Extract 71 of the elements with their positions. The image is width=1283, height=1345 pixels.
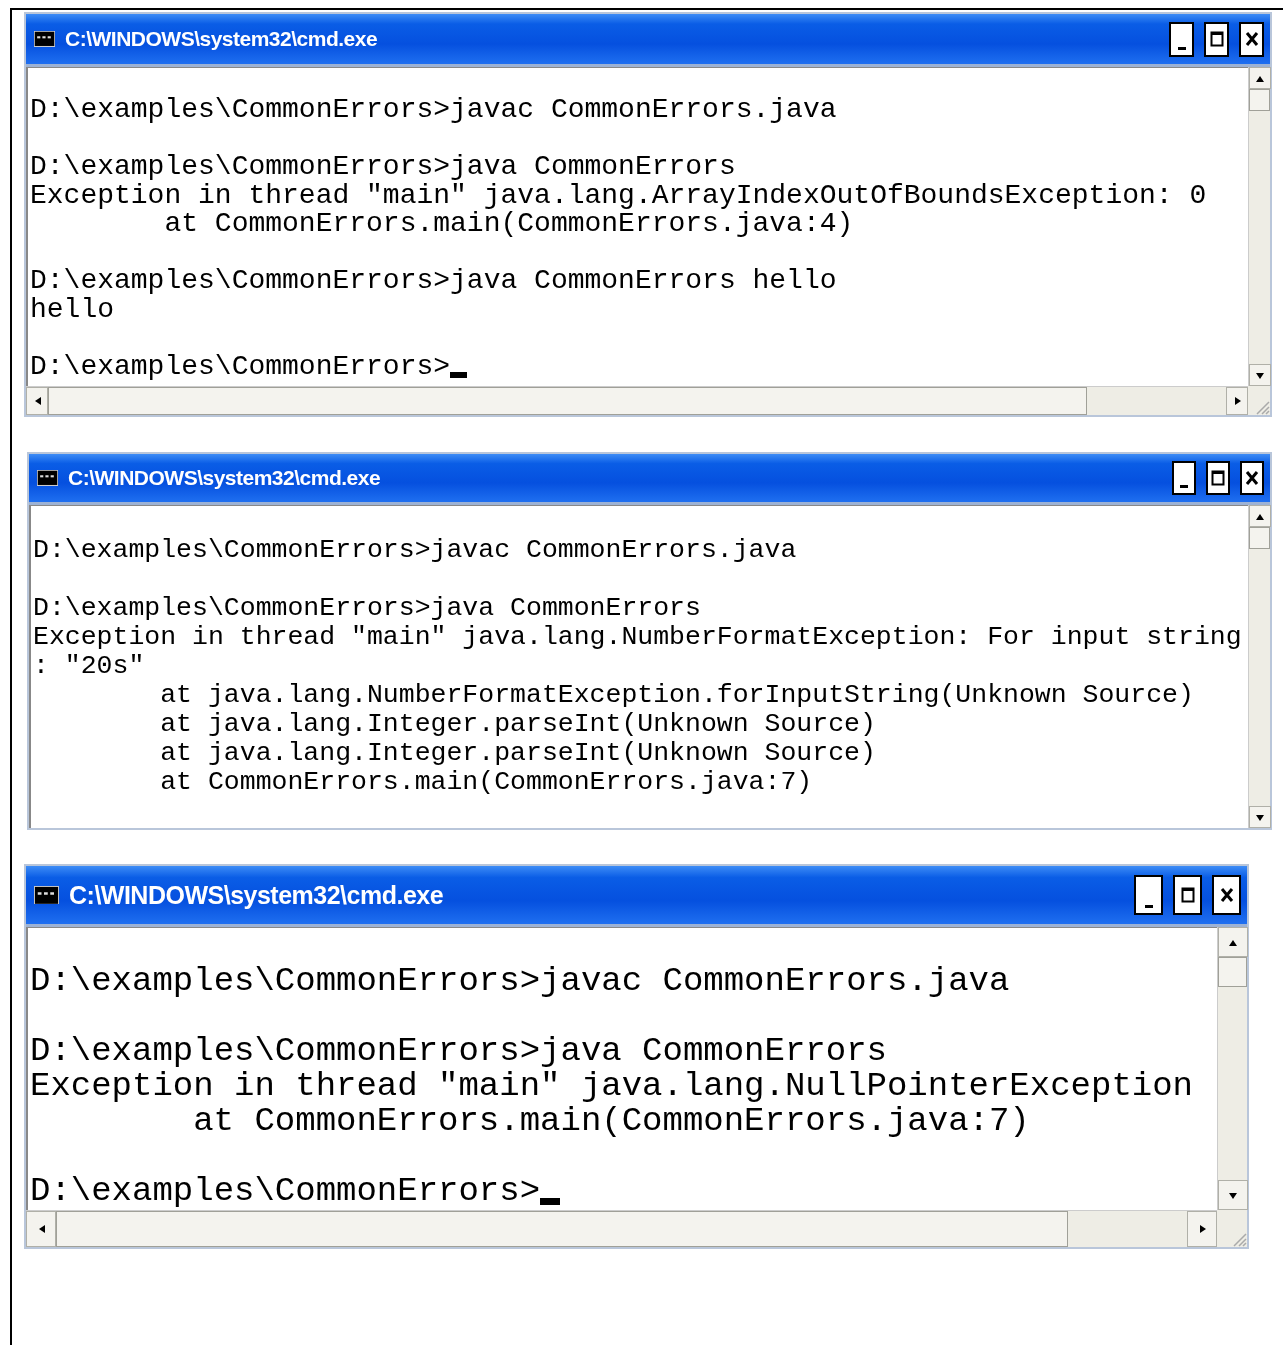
scroll-up-button[interactable]	[1249, 67, 1271, 89]
scroll-right-button[interactable]	[1226, 387, 1248, 415]
console-line: D:\examples\CommonErrors>	[30, 1174, 541, 1209]
scroll-up-button[interactable]	[1218, 927, 1248, 957]
console-line: D:\examples\CommonErrors>java CommonErrors	[30, 153, 736, 182]
horizontal-scrollbar[interactable]	[26, 386, 1248, 415]
down-arrow-icon	[1255, 370, 1265, 380]
console-line: D:\examples\CommonErrors>java CommonErrors	[30, 1034, 887, 1069]
console-line: at CommonErrors.main(CommonErrors.java:7)	[192, 1104, 1030, 1139]
console-line: Exception in thread "main" java.lang.ArrayIndexOutOfBoundsException: 0	[30, 181, 1207, 210]
close-button[interactable]	[1212, 874, 1241, 916]
scroll-thumb[interactable]	[56, 1211, 1069, 1247]
close-icon	[1219, 887, 1234, 903]
console-icon	[34, 885, 59, 905]
resize-grip-icon[interactable]	[1254, 399, 1270, 415]
console-line: hello	[30, 295, 114, 324]
minimize-button[interactable]	[1169, 21, 1194, 57]
console-line: at CommonErrors.main(CommonErrors.java:7)	[159, 768, 813, 797]
right-arrow-icon	[1197, 1224, 1207, 1234]
console-line: at java.lang.NumberFormatException.forInputString(Unknown Source)	[159, 681, 1194, 710]
console-line: D:\examples\CommonErrors>	[30, 352, 451, 381]
close-icon	[1245, 470, 1259, 486]
maximize-button[interactable]	[1204, 21, 1229, 57]
console-icon	[34, 31, 55, 47]
horizontal-scrollbar[interactable]	[26, 1210, 1217, 1247]
scroll-down-button[interactable]	[1249, 806, 1271, 828]
window-title: C:\WINDOWS\system32\cmd.exe	[68, 466, 382, 490]
scroll-left-button[interactable]	[26, 1211, 56, 1247]
close-button[interactable]	[1239, 21, 1264, 57]
maximize-button[interactable]	[1206, 461, 1230, 495]
minimize-button[interactable]	[1134, 874, 1163, 916]
minimize-icon	[1177, 46, 1186, 50]
minimize-icon	[1144, 905, 1153, 909]
minimize-button[interactable]	[1172, 461, 1196, 495]
console-line: : "20s"	[33, 652, 145, 681]
window-title: C:\WINDOWS\system32\cmd.exe	[69, 880, 445, 910]
minimize-icon	[1180, 484, 1188, 488]
vertical-scrollbar[interactable]	[1217, 927, 1247, 1210]
console-line: at java.lang.Integer.parseInt(Unknown Source)	[159, 710, 876, 739]
maximize-button[interactable]	[1173, 874, 1202, 916]
maximize-icon	[1209, 31, 1224, 47]
close-button[interactable]	[1240, 461, 1264, 495]
right-arrow-icon	[1232, 396, 1242, 406]
console-line: Exception in thread "main" java.lang.NullPointerException	[30, 1069, 1193, 1104]
maximize-icon	[1180, 887, 1195, 903]
console-line: D:\examples\CommonErrors>java CommonErrors	[33, 594, 701, 623]
console-line: D:\examples\CommonErrors>javac CommonErrors.java	[33, 536, 797, 565]
vertical-scrollbar[interactable]	[1248, 67, 1270, 386]
scroll-up-button[interactable]	[1249, 505, 1271, 527]
scroll-right-button[interactable]	[1187, 1211, 1217, 1247]
console-line: D:\examples\CommonErrors>javac CommonErrors.java	[30, 964, 1010, 999]
console-line: at java.lang.Integer.parseInt(Unknown Source)	[159, 739, 876, 768]
resize-grip-icon[interactable]	[1231, 1231, 1247, 1247]
scroll-thumb[interactable]	[1218, 957, 1247, 987]
window-title: C:\WINDOWS\system32\cmd.exe	[65, 27, 379, 51]
scroll-down-button[interactable]	[1249, 364, 1271, 386]
console-icon	[37, 470, 58, 486]
scroll-down-button[interactable]	[1218, 1180, 1248, 1210]
maximize-icon	[1211, 470, 1225, 486]
scroll-left-button[interactable]	[26, 387, 48, 415]
scroll-thumb[interactable]	[1249, 527, 1270, 549]
console-line: D:\examples\CommonErrors>java CommonErrors hello	[30, 267, 837, 296]
console-line: D:\examples\CommonErrors>javac CommonErrors.java	[30, 96, 837, 125]
scroll-thumb[interactable]	[48, 387, 1087, 415]
scroll-thumb[interactable]	[1249, 89, 1270, 111]
close-icon	[1244, 31, 1259, 47]
down-arrow-icon	[1255, 812, 1265, 822]
console-line: at CommonErrors.main(CommonErrors.java:4)	[164, 210, 854, 239]
down-arrow-icon	[1228, 1190, 1238, 1200]
vertical-scrollbar[interactable]	[1248, 505, 1270, 828]
console-line: Exception in thread "main" java.lang.NumberFormatException: For input string	[33, 623, 1242, 652]
